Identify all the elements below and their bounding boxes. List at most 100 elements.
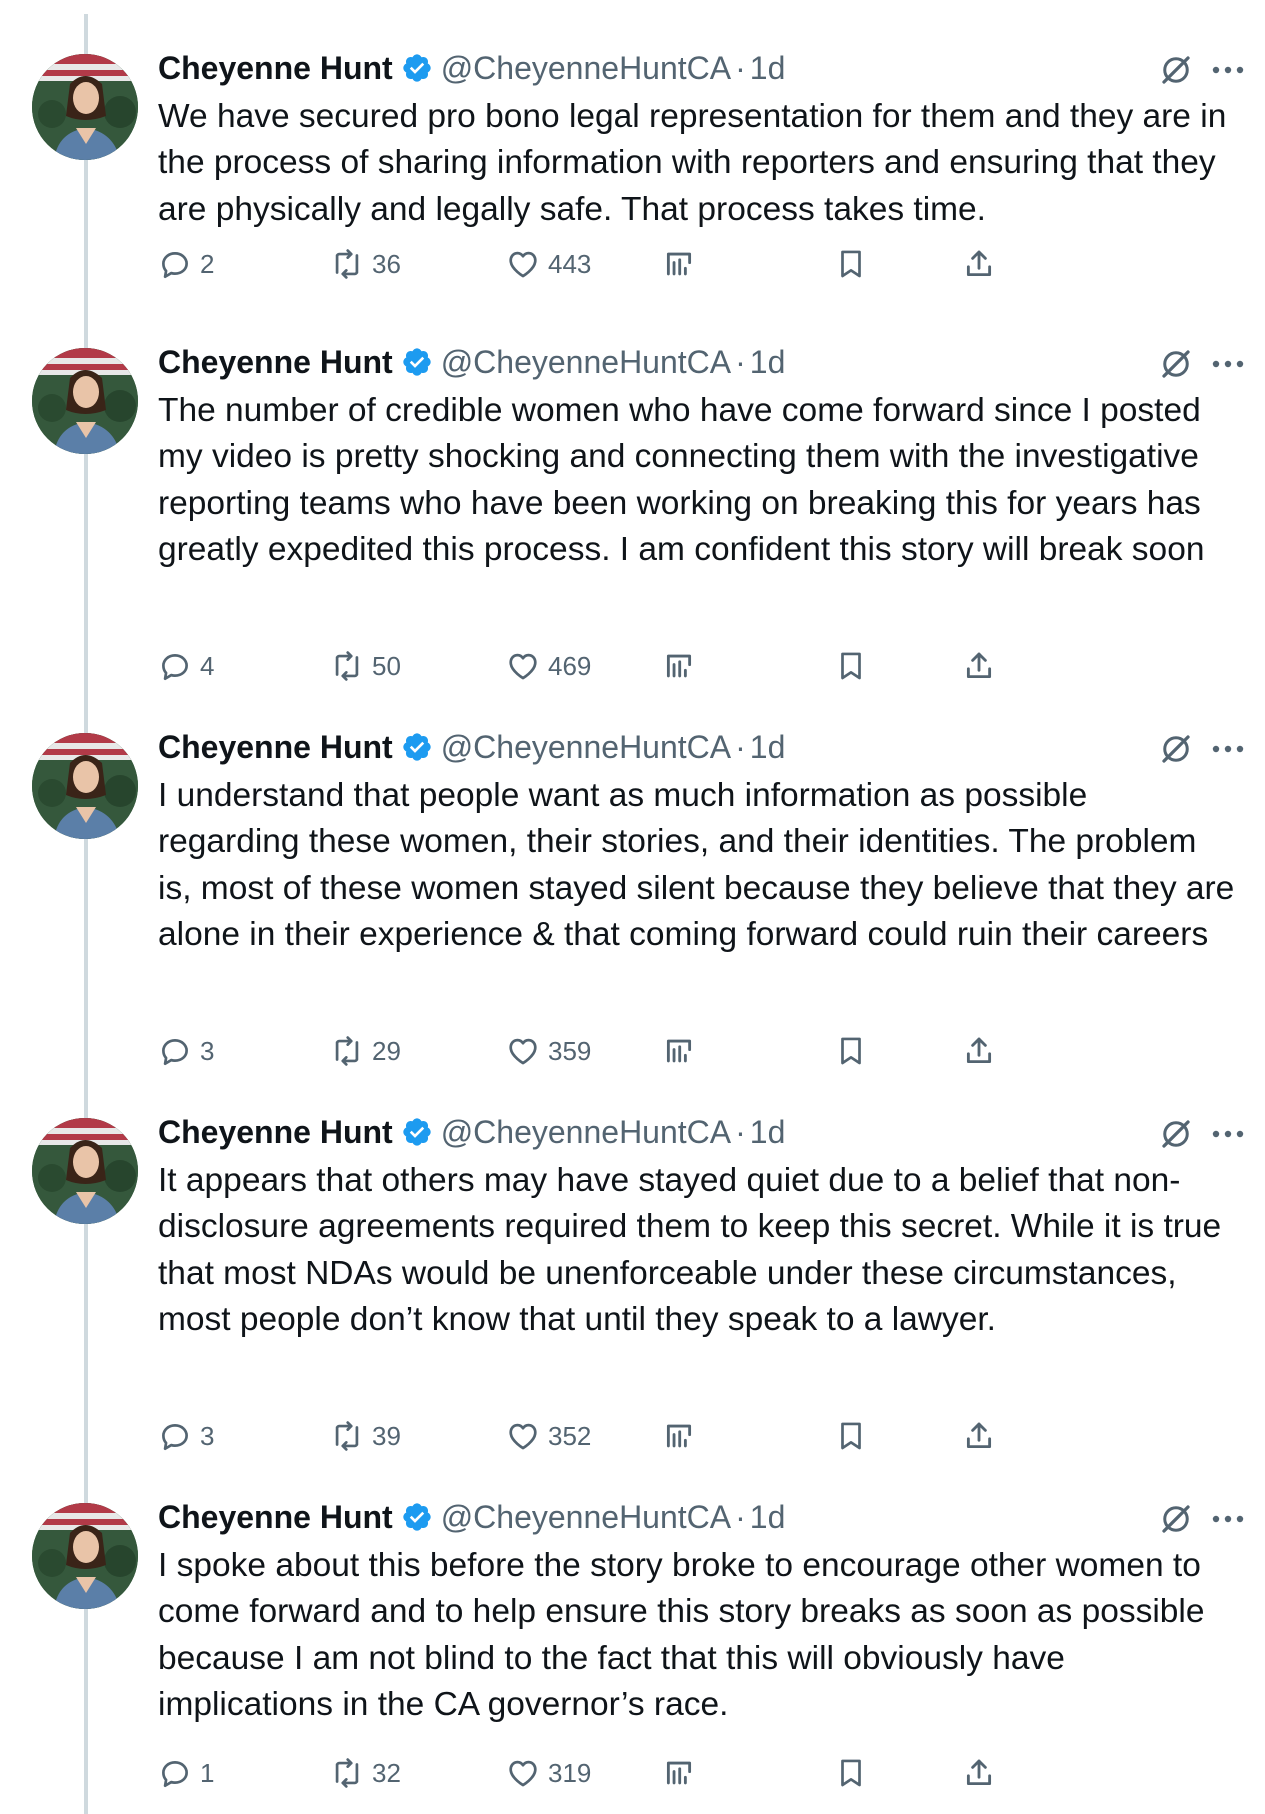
verified-badge-icon: [403, 348, 431, 376]
reply-button[interactable]: 4: [158, 646, 214, 686]
bookmark-button[interactable]: [834, 1031, 868, 1071]
grok-icon[interactable]: [1158, 731, 1194, 767]
repost-count: 29: [372, 1035, 401, 1066]
share-button[interactable]: [962, 1031, 996, 1071]
repost-button[interactable]: 39: [330, 1416, 401, 1456]
bookmark-button[interactable]: [834, 1416, 868, 1456]
tweet-header: Cheyenne Hunt @CheyenneHuntCA · 1d: [158, 1108, 785, 1156]
reply-button[interactable]: 1: [158, 1753, 214, 1793]
avatar[interactable]: [32, 348, 138, 454]
views-button[interactable]: [662, 646, 696, 686]
author-name[interactable]: Cheyenne Hunt: [158, 50, 393, 87]
repost-icon: [335, 1758, 359, 1788]
repost-count: 32: [372, 1757, 401, 1788]
repost-button[interactable]: 29: [330, 1031, 401, 1071]
repost-count: 50: [372, 650, 401, 681]
bookmark-icon: [841, 250, 861, 278]
like-button[interactable]: 319: [506, 1753, 591, 1793]
timestamp[interactable]: 1d: [750, 50, 786, 87]
share-icon: [966, 250, 992, 277]
author-handle[interactable]: @CheyenneHuntCA: [441, 50, 731, 87]
author-handle[interactable]: @CheyenneHuntCA: [441, 1114, 731, 1151]
like-button[interactable]: 443: [506, 244, 591, 284]
views-button[interactable]: [662, 244, 696, 284]
views-button[interactable]: [662, 1416, 696, 1456]
bookmark-button[interactable]: [834, 244, 868, 284]
reply-button[interactable]: 3: [158, 1031, 214, 1071]
reply-icon: [162, 1424, 188, 1451]
like-button[interactable]: 359: [506, 1031, 591, 1071]
verified-badge-icon: [403, 54, 431, 82]
bookmark-icon: [841, 1037, 861, 1065]
author-handle[interactable]: @CheyenneHuntCA: [441, 729, 731, 766]
share-icon: [966, 652, 992, 679]
grok-icon[interactable]: [1158, 1501, 1194, 1537]
share-button[interactable]: [962, 646, 996, 686]
grok-icon[interactable]: [1158, 346, 1194, 382]
timestamp[interactable]: 1d: [750, 1499, 786, 1536]
timestamp[interactable]: 1d: [750, 729, 786, 766]
tweet-actions: 1 32 319: [158, 1753, 1158, 1793]
tweet-text: We have secured pro bono legal represent…: [158, 98, 1227, 228]
share-button[interactable]: [962, 1753, 996, 1793]
avatar[interactable]: [32, 54, 138, 160]
reply-button[interactable]: 2: [158, 244, 214, 284]
like-button[interactable]: 469: [506, 646, 591, 686]
author-name[interactable]: Cheyenne Hunt: [158, 1499, 393, 1536]
tweet-text: It appears that others may have stayed q…: [158, 1162, 1222, 1339]
views-button[interactable]: [662, 1753, 696, 1793]
reply-count: 3: [200, 1035, 215, 1066]
views-icon: [666, 1039, 692, 1063]
more-icon[interactable]: [1208, 1116, 1248, 1152]
avatar[interactable]: [32, 1118, 138, 1224]
repost-count: 36: [372, 248, 401, 279]
views-icon: [666, 252, 692, 276]
more-icon[interactable]: [1208, 52, 1248, 88]
tweet-text: I understand that people want as much in…: [158, 777, 1235, 954]
views-button[interactable]: [662, 1031, 696, 1071]
views-icon: [666, 654, 692, 678]
repost-icon: [335, 249, 359, 279]
author-handle[interactable]: @CheyenneHuntCA: [441, 1499, 731, 1536]
views-icon: [666, 1424, 692, 1448]
like-count: 443: [548, 248, 592, 279]
tweet-text: The number of credible women who have co…: [158, 392, 1205, 569]
timestamp[interactable]: 1d: [750, 1114, 786, 1151]
repost-button[interactable]: 36: [330, 244, 401, 284]
repost-button[interactable]: 50: [330, 646, 401, 686]
avatar[interactable]: [32, 1503, 138, 1609]
share-button[interactable]: [962, 1416, 996, 1456]
repost-count: 39: [372, 1420, 401, 1451]
share-icon: [966, 1422, 992, 1449]
verified-badge-icon: [403, 1503, 431, 1531]
repost-icon: [335, 1421, 359, 1451]
reply-icon: [162, 252, 188, 279]
tweet-header: Cheyenne Hunt @CheyenneHuntCA · 1d: [158, 723, 785, 771]
more-icon[interactable]: [1208, 731, 1248, 767]
repost-button[interactable]: 32: [330, 1753, 401, 1793]
bookmark-button[interactable]: [834, 1753, 868, 1793]
reply-button[interactable]: 3: [158, 1416, 214, 1456]
like-count: 359: [548, 1035, 592, 1066]
grok-icon[interactable]: [1158, 1116, 1194, 1152]
tweet-header: Cheyenne Hunt @CheyenneHuntCA · 1d: [158, 44, 785, 92]
timestamp[interactable]: 1d: [750, 344, 786, 381]
avatar[interactable]: [32, 733, 138, 839]
like-icon: [509, 1760, 537, 1787]
share-button[interactable]: [962, 244, 996, 284]
like-count: 352: [548, 1420, 592, 1451]
author-handle[interactable]: @CheyenneHuntCA: [441, 344, 731, 381]
author-name[interactable]: Cheyenne Hunt: [158, 729, 393, 766]
author-name[interactable]: Cheyenne Hunt: [158, 344, 393, 381]
verified-badge-icon: [403, 1118, 431, 1146]
grok-icon[interactable]: [1158, 52, 1194, 88]
tweet-actions: 2 36 443: [158, 244, 1158, 284]
tweet-header: Cheyenne Hunt @CheyenneHuntCA · 1d: [158, 1493, 785, 1541]
bookmark-button[interactable]: [834, 646, 868, 686]
author-name[interactable]: Cheyenne Hunt: [158, 1114, 393, 1151]
more-icon[interactable]: [1208, 1501, 1248, 1537]
share-icon: [966, 1037, 992, 1064]
separator-dot: ·: [735, 1113, 746, 1150]
more-icon[interactable]: [1208, 346, 1248, 382]
like-button[interactable]: 352: [506, 1416, 591, 1456]
